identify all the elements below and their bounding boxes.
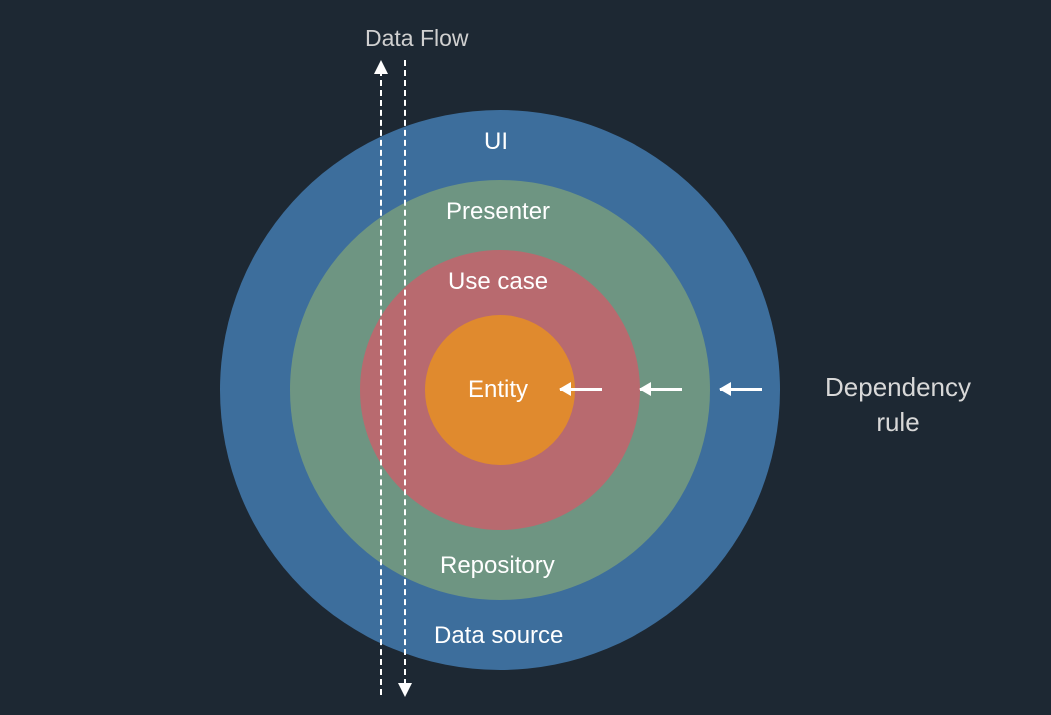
label-dependency-rule: Dependency rule <box>825 370 971 440</box>
arrow-up-icon <box>374 60 388 74</box>
data-flow-line-down <box>404 60 406 685</box>
label-repository: Repository <box>440 552 555 580</box>
label-entity: Entity <box>468 376 528 404</box>
data-flow-line-up <box>380 70 382 695</box>
label-usecase: Use case <box>448 268 548 296</box>
label-data-flow: Data Flow <box>365 25 469 52</box>
arrow-down-icon <box>398 683 412 697</box>
architecture-diagram: UI Presenter Use case Entity Repository … <box>0 0 1051 715</box>
label-dependency-line1: Dependency <box>825 370 971 405</box>
dependency-arrow-2-icon <box>640 388 682 391</box>
label-presenter: Presenter <box>446 198 550 226</box>
label-ui: UI <box>484 128 508 156</box>
label-datasource: Data source <box>434 622 563 650</box>
label-dependency-line2: rule <box>825 405 971 440</box>
dependency-arrow-3-icon <box>720 388 762 391</box>
dependency-arrow-1-icon <box>560 388 602 391</box>
